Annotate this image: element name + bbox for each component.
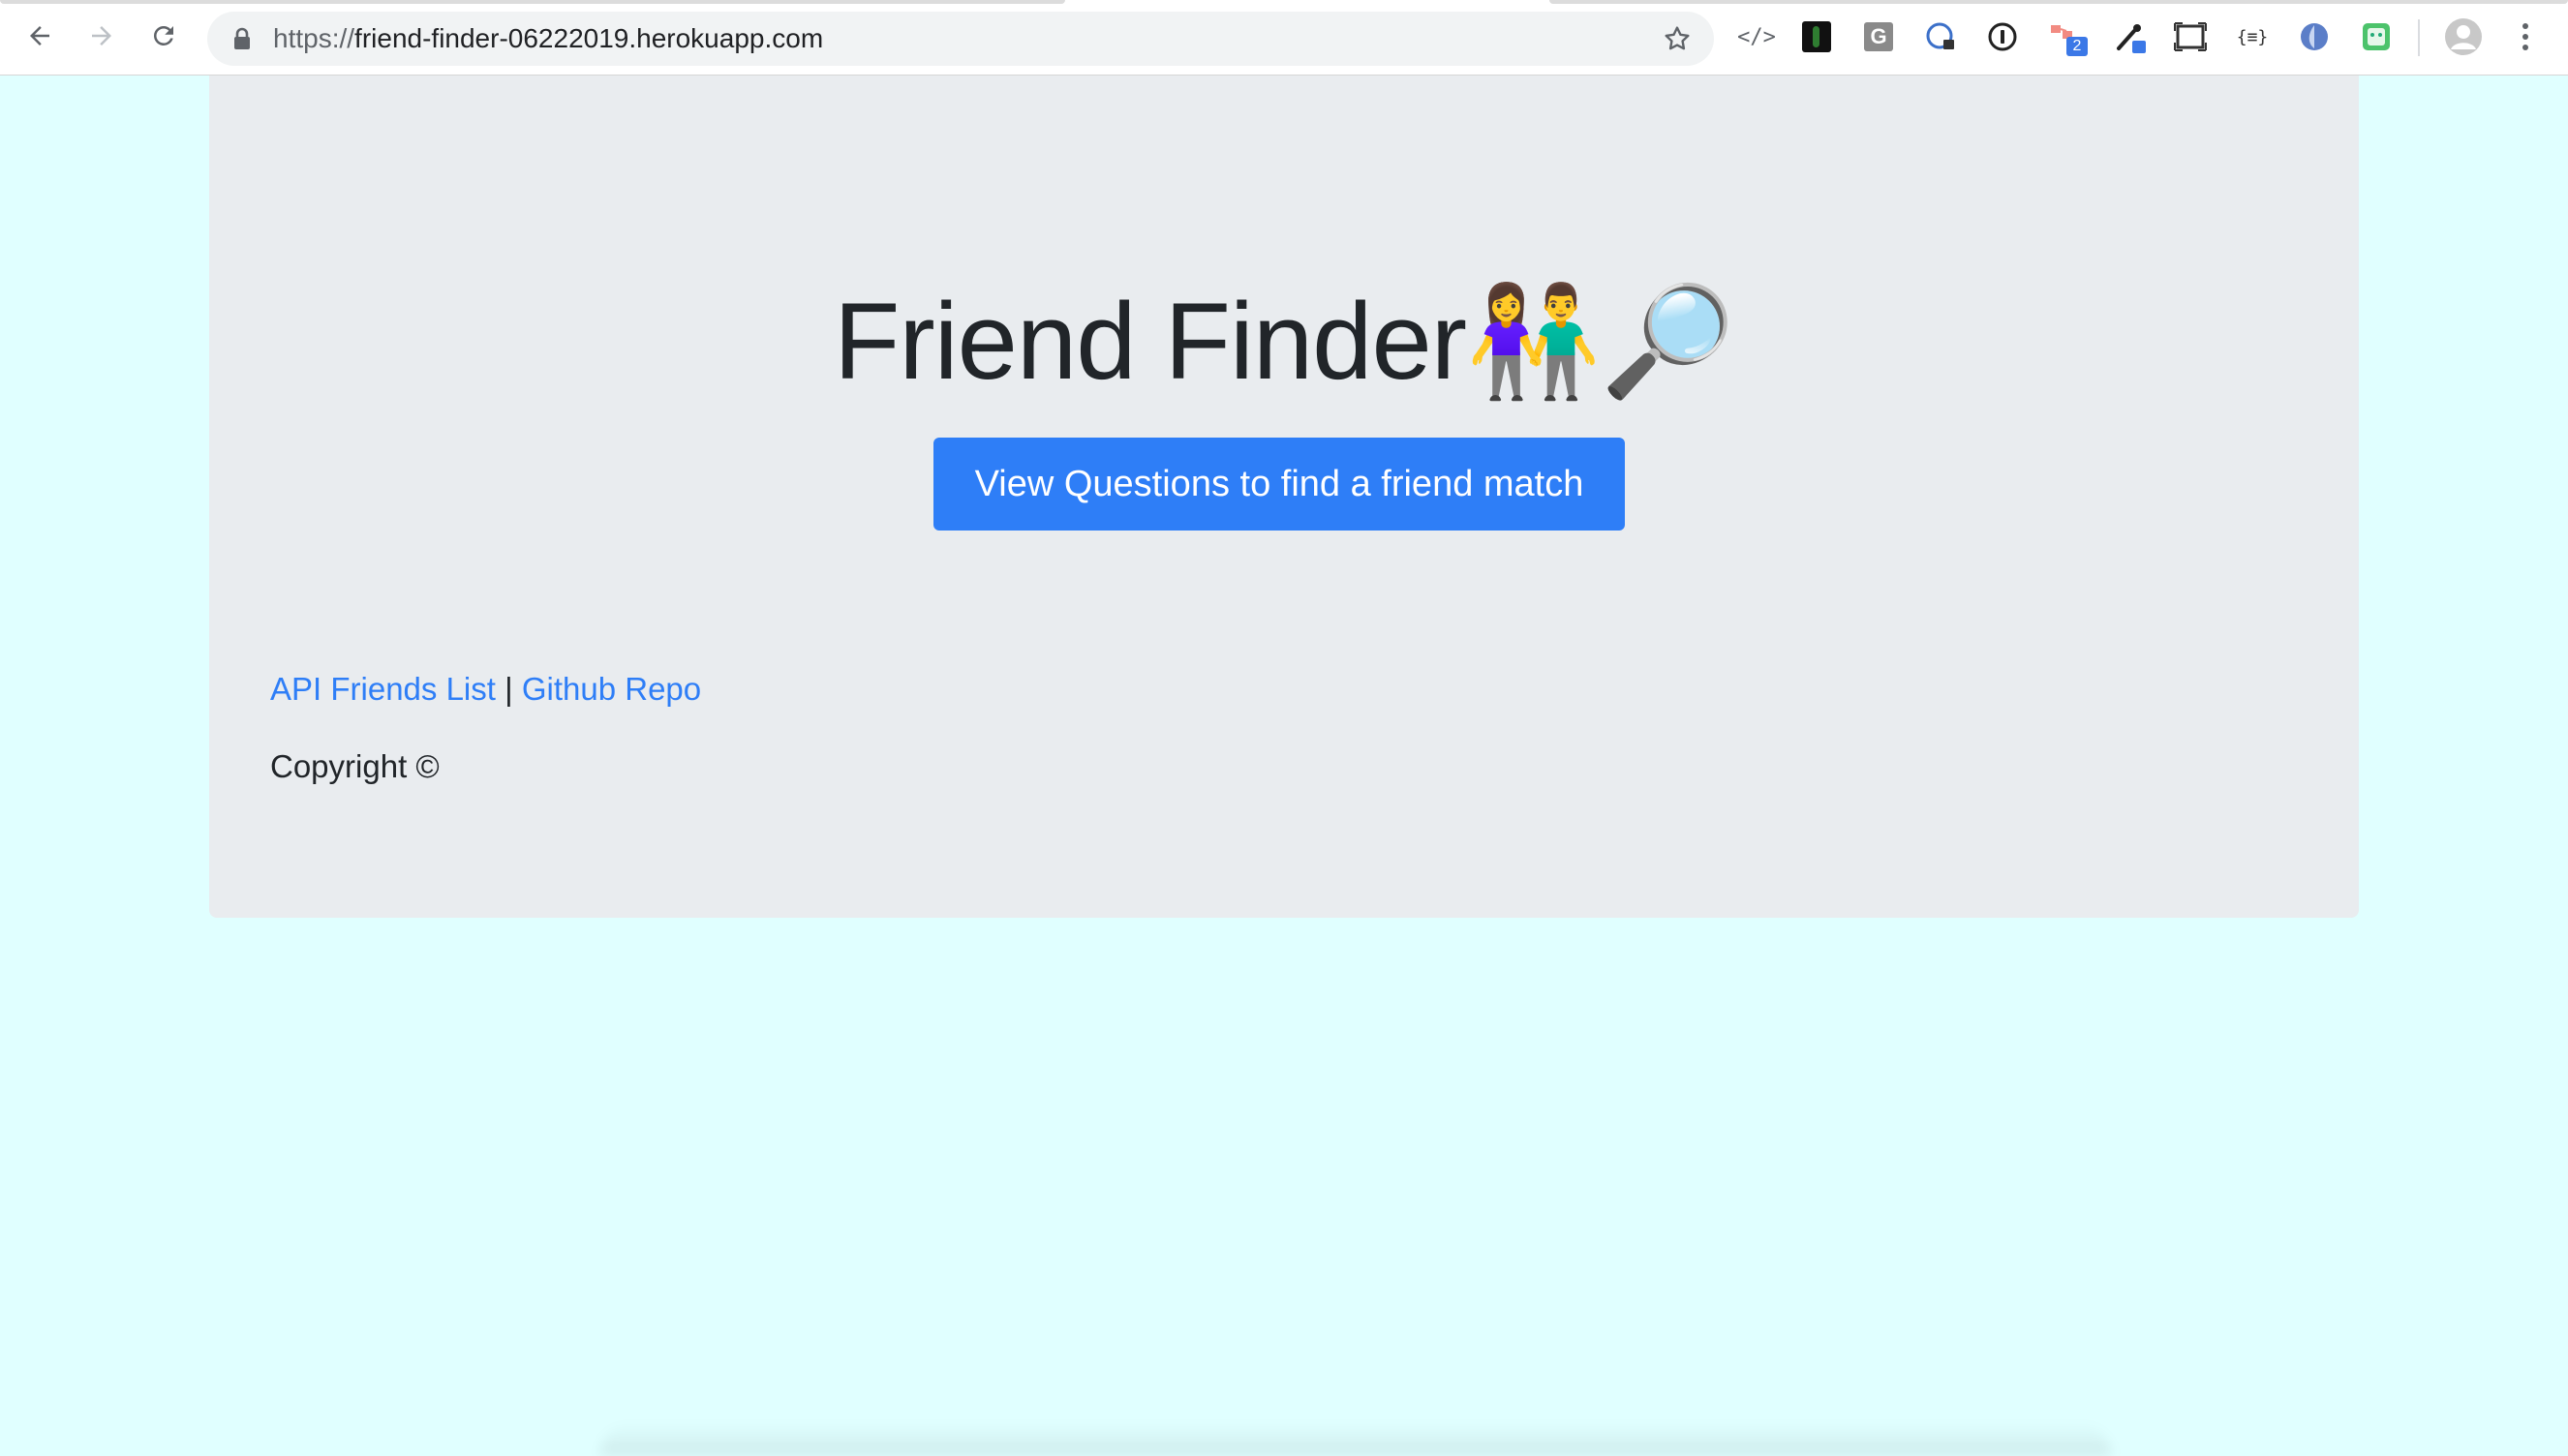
couple-magnifier-emoji: 👫🔎 [1466,281,1735,402]
code-icon[interactable]: </> [1737,17,1776,56]
footer-links: API Friends List | Github Repo [270,671,701,708]
forward-button[interactable] [79,14,124,58]
forward-arrow-icon [92,26,111,46]
browser-toolbar: https://friend-finder-06222019.herokuapp… [0,0,2568,76]
dark-extension-icon[interactable] [1797,17,1836,56]
reload-button[interactable] [141,14,186,58]
diagram-extension-icon[interactable]: 2 [2047,17,2088,56]
reload-icon [154,25,173,46]
eyedropper-icon[interactable] [2111,17,2150,56]
back-arrow-icon [30,26,49,46]
jumbotron: Friend Finder👫🔎 View Questions to find a… [209,76,2359,918]
tab-strip-hint [1549,0,2568,4]
api-friends-list-link[interactable]: API Friends List [270,671,496,707]
view-questions-button[interactable]: View Questions to find a friend match [933,438,1625,531]
menu-kebab-icon[interactable] [2506,17,2545,56]
green-face-icon[interactable] [2357,17,2396,56]
github-repo-link[interactable]: Github Repo [522,671,701,707]
bottom-shadow [600,1423,2111,1456]
g-extension-icon[interactable]: G [1859,17,1898,56]
page-title: Friend Finder👫🔎 [209,279,2359,406]
bookmark-star-icon[interactable] [1662,23,1693,54]
profile-avatar-icon[interactable] [2444,17,2483,56]
url-scheme: https:// [273,23,355,53]
screenshot-frame-icon[interactable] [2171,17,2210,56]
url-host: friend-finder-06222019.herokuapp.com [354,23,824,53]
copyright-text: Copyright © [270,748,440,784]
extension-badge: 2 [2066,37,2088,56]
blue-drop-icon[interactable] [2295,17,2334,56]
link-separator: | [504,671,513,707]
password-lock-icon[interactable] [1921,17,1960,56]
lock-icon [234,27,250,49]
info-circle-icon[interactable] [1983,17,2022,56]
back-button[interactable] [17,14,62,58]
toolbar-separator [2418,19,2420,56]
page-title-text: Friend Finder [834,281,1467,402]
url-text: https://friend-finder-06222019.herokuapp… [273,12,823,66]
json-formatter-icon[interactable]: {≡} [2233,17,2272,56]
tab-strip-hint [0,0,1065,4]
address-bar[interactable]: https://friend-finder-06222019.herokuapp… [207,12,1714,66]
